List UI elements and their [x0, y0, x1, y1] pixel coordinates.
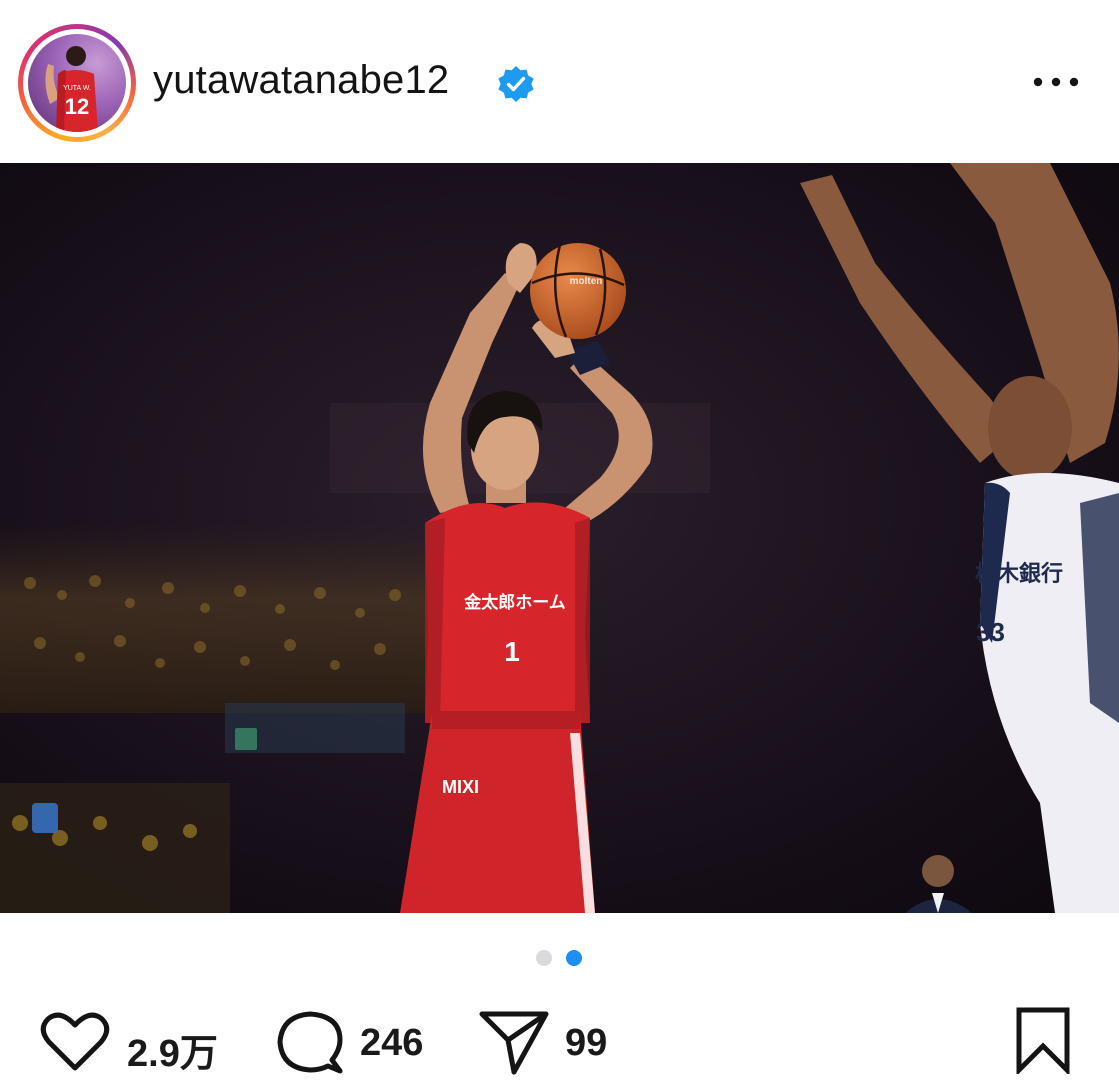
verified-badge-icon [498, 66, 534, 102]
carousel-dot-active [566, 950, 582, 966]
svg-text:1: 1 [504, 636, 520, 667]
svg-text:molten: molten [570, 276, 603, 287]
comment-bubble-icon[interactable] [276, 1008, 344, 1076]
svg-text:33: 33 [976, 617, 1005, 647]
svg-text:MIXI: MIXI [442, 777, 479, 797]
username[interactable]: yutawatanabe12 [153, 58, 449, 103]
svg-text:YUTA W.: YUTA W. [63, 85, 91, 92]
action-bar: 2.9万 246 99 [0, 1004, 1119, 1078]
svg-text:金太郎ホーム: 金太郎ホーム [463, 592, 566, 613]
story-ring[interactable]: YUTA W. 12 [18, 24, 136, 142]
basketball-photo: molten 金太郎ホーム 1 MIXI 栃木銀行 33 [0, 163, 1119, 913]
share-count[interactable]: 99 [565, 1022, 607, 1065]
avatar[interactable]: YUTA W. 12 [28, 34, 126, 132]
comment-count[interactable]: 246 [360, 1022, 423, 1065]
carousel-dot [536, 950, 552, 966]
more-options-icon[interactable] [1028, 60, 1084, 104]
post-photo[interactable]: molten 金太郎ホーム 1 MIXI 栃木銀行 33 [0, 163, 1119, 913]
avatar-image: YUTA W. 12 [45, 46, 98, 132]
paper-plane-icon[interactable] [478, 1008, 550, 1076]
svg-text:12: 12 [65, 94, 89, 119]
svg-text:栃木銀行: 栃木銀行 [975, 561, 1063, 587]
like-count[interactable]: 2.9万 [127, 1022, 218, 1077]
bookmark-icon[interactable] [1014, 1006, 1072, 1074]
carousel-indicator [0, 950, 1119, 966]
post-header: YUTA W. 12 yutawatanabe12 [0, 0, 1119, 163]
heart-icon[interactable] [40, 1010, 110, 1074]
